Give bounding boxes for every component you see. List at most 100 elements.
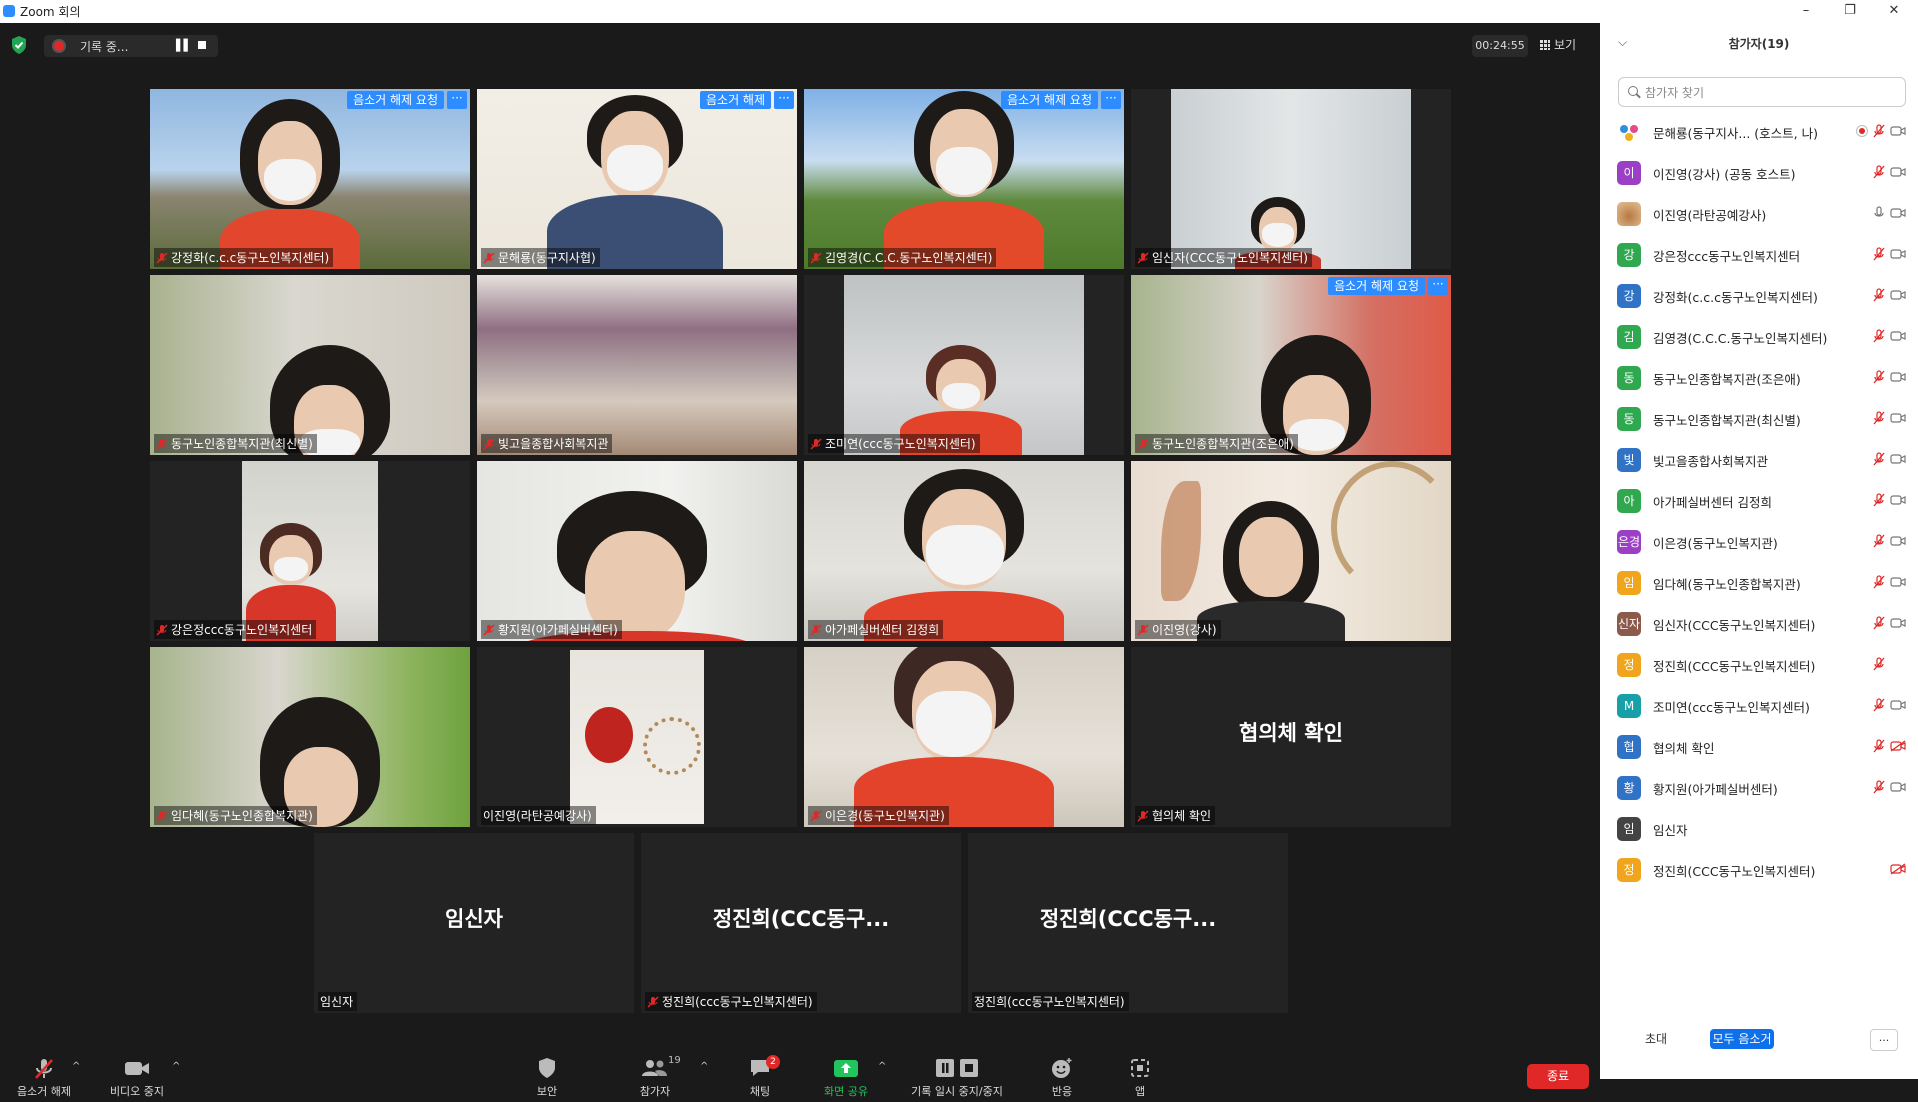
video-tile-active-speaker[interactable]: 이진영(라탄공예강사)	[477, 647, 797, 827]
tile-name: 정진희(ccc동구노인복지센터)	[974, 995, 1125, 1009]
participant-row[interactable]: M 조미연(ccc동구노인복지센터)	[1600, 685, 1918, 726]
participants-count: 19	[668, 1055, 681, 1066]
minimize-button[interactable]: –	[1786, 1, 1826, 21]
tile-name-label: 동구노인종합복지관(최신별)	[154, 434, 317, 453]
participant-row[interactable]: 이진영(라탄공예강사)	[1600, 193, 1918, 234]
unmute-request-badge[interactable]: 음소거 해제	[699, 91, 771, 109]
participant-row[interactable]: 임 임신자	[1600, 808, 1918, 849]
video-tile-no-video[interactable]: 협의체 확인 협의체 확인	[1131, 647, 1451, 827]
muted-mic-icon	[156, 624, 168, 636]
unmute-button[interactable]: 음소거 해제	[8, 1057, 80, 1099]
participants-button[interactable]: 19 참가자	[632, 1055, 681, 1099]
muted-mic-icon	[1137, 810, 1149, 822]
tile-name-label: 조미연(ccc동구노인복지센터)	[808, 434, 980, 453]
participant-row[interactable]: 강 강정화(c.c.c동구노인복지센터)	[1600, 275, 1918, 316]
video-tile[interactable]: 아가페실버센터 김정희	[804, 461, 1124, 641]
reactions-button[interactable]: 반응	[1042, 1057, 1082, 1099]
window-titlebar: Zoom 회의 – ❐ ✕	[0, 0, 1918, 24]
unmute-request-badge[interactable]: 음소거 해제 요청	[1328, 277, 1425, 295]
video-tile-no-video[interactable]: 임신자 임신자	[314, 833, 634, 1013]
participant-row[interactable]: 은경 이은경(동구노인복지관)	[1600, 521, 1918, 562]
participant-row[interactable]: 황 황지원(아가페실버센터)	[1600, 767, 1918, 808]
apps-button[interactable]: 앱	[1120, 1057, 1160, 1099]
tile-more-button[interactable]: ···	[1101, 91, 1121, 109]
muted-mic-icon	[483, 624, 495, 636]
view-button[interactable]: 보기	[1540, 33, 1590, 57]
participant-row[interactable]: 동 동구노인종합복지관(조은애)	[1600, 357, 1918, 398]
video-tile[interactable]: 음소거 해제 요청 ··· 동구노인종합복지관(조은애)	[1131, 275, 1451, 455]
participant-row[interactable]: 동 동구노인종합복지관(최신별)	[1600, 398, 1918, 439]
share-screen-button[interactable]: 화면 공유	[818, 1057, 874, 1099]
share-screen-label: 화면 공유	[824, 1085, 868, 1098]
muted-mic-icon	[1873, 124, 1885, 138]
avatar: M	[1617, 694, 1641, 718]
video-tile[interactable]: 임다혜(동구노인종합복지관)	[150, 647, 470, 827]
tile-more-button[interactable]: ···	[774, 91, 794, 109]
participant-row[interactable]: 임 임다혜(동구노인종합복지관)	[1600, 562, 1918, 603]
invite-button[interactable]: 초대	[1640, 1029, 1672, 1049]
video-tile[interactable]: 음소거 해제 요청 ··· 김영경(C.C.C.동구노인복지센터)	[804, 89, 1124, 269]
participant-row[interactable]: 빛 빛고을종합사회복지관	[1600, 439, 1918, 480]
video-tile[interactable]: 동구노인종합복지관(최신별)	[150, 275, 470, 455]
security-button[interactable]: 보안	[527, 1057, 567, 1099]
end-meeting-button[interactable]: 종료	[1527, 1064, 1589, 1089]
share-screen-icon	[834, 1060, 858, 1077]
participant-row[interactable]: 이 이진영(강사) (공동 호스트)	[1600, 152, 1918, 193]
mute-all-button[interactable]: 모두 음소거	[1710, 1029, 1774, 1049]
audio-options-caret-icon[interactable]: ^	[72, 1061, 80, 1072]
mic-icon	[1874, 206, 1884, 217]
unmute-request-badge[interactable]: 음소거 해제 요청	[347, 91, 444, 109]
video-tile[interactable]: 이진영(강사)	[1131, 461, 1451, 641]
close-button[interactable]: ✕	[1874, 1, 1914, 21]
video-tile[interactable]: 조미연(ccc동구노인복지센터)	[804, 275, 1124, 455]
participants-caret-icon[interactable]: ^	[700, 1061, 708, 1072]
participant-search-input[interactable]: 참가자 찾기	[1618, 77, 1906, 107]
pause-stop-icon	[936, 1059, 978, 1077]
window-title: Zoom 회의	[20, 5, 81, 19]
tile-name-label: 강정화(c.c.c동구노인복지센터)	[154, 248, 334, 267]
tile-more-button[interactable]: ···	[447, 91, 467, 109]
participant-row[interactable]: 문해룡(동구지사... (호스트, 나)	[1600, 111, 1918, 152]
participant-row[interactable]: 정 정진희(CCC동구노인복지센터)	[1600, 644, 1918, 685]
record-pause-stop-button[interactable]: 기록 일시 중지/중지	[902, 1057, 1012, 1099]
security-label: 보안	[536, 1085, 558, 1098]
video-tile[interactable]: 강은정ccc동구노인복지센터	[150, 461, 470, 641]
security-shield-icon[interactable]	[10, 35, 28, 55]
participant-row[interactable]: 아 아가페실버센터 김정희	[1600, 480, 1918, 521]
video-tile[interactable]: 이은경(동구노인복지관)	[804, 647, 1124, 827]
share-options-caret-icon[interactable]: ^	[878, 1061, 886, 1072]
unmute-request-badge[interactable]: 음소거 해제 요청	[1001, 91, 1098, 109]
video-tile-no-video[interactable]: 정진희(CCC동구... 정진희(ccc동구노인복지센터)	[968, 833, 1288, 1013]
tile-name-label: 동구노인종합복지관(조은애)	[1135, 434, 1298, 453]
tile-more-button[interactable]: ···	[1428, 277, 1448, 295]
video-options-caret-icon[interactable]: ^	[172, 1061, 180, 1072]
muted-mic-icon	[1873, 698, 1885, 712]
participant-row[interactable]: 김 김영경(C.C.C.동구노인복지센터)	[1600, 316, 1918, 357]
video-camera-icon	[1890, 167, 1906, 177]
muted-mic-icon	[156, 252, 168, 264]
video-tile-no-video[interactable]: 정진희(CCC동구... 정진희(ccc동구노인복지센터)	[641, 833, 961, 1013]
video-camera-icon	[125, 1062, 149, 1075]
video-tile[interactable]: 음소거 해제 요청 ··· 강정화(c.c.c동구노인복지센터)	[150, 89, 470, 269]
more-options-button[interactable]: ...	[1870, 1029, 1898, 1051]
stop-video-button[interactable]: 비디오 중지	[102, 1057, 172, 1099]
avatar: 협	[1617, 735, 1641, 759]
video-tile[interactable]: 임신자(CCC동구노인복지센터)	[1131, 89, 1451, 269]
stop-recording-icon[interactable]	[198, 41, 206, 49]
view-label: 보기	[1554, 38, 1577, 52]
video-tile[interactable]: 빛고을종합사회복지관	[477, 275, 797, 455]
participant-row[interactable]: 강 강은정ccc동구노인복지센터	[1600, 234, 1918, 275]
flower-craft	[585, 707, 633, 763]
participant-name: 동구노인종합복지관(최신별)	[1653, 413, 1801, 428]
participant-row[interactable]: 협 협의체 확인	[1600, 726, 1918, 767]
muted-mic-icon	[1873, 329, 1885, 343]
participant-row[interactable]: 신자 임신자(CCC동구노인복지센터)	[1600, 603, 1918, 644]
video-tile[interactable]: 황지원(아가페실버센터)	[477, 461, 797, 641]
restore-button[interactable]: ❐	[1830, 1, 1870, 21]
chat-button[interactable]: 2 채팅	[740, 1055, 780, 1099]
tile-display-name: 임신자	[445, 907, 503, 931]
participant-row[interactable]: 정 정진희(CCC동구노인복지센터)	[1600, 849, 1918, 890]
tile-name: 아가페실버센터 김정희	[825, 623, 940, 637]
video-tile[interactable]: 음소거 해제 ··· 문해룡(동구지사협)	[477, 89, 797, 269]
pause-recording-icon[interactable]: ▌▌	[176, 39, 192, 52]
